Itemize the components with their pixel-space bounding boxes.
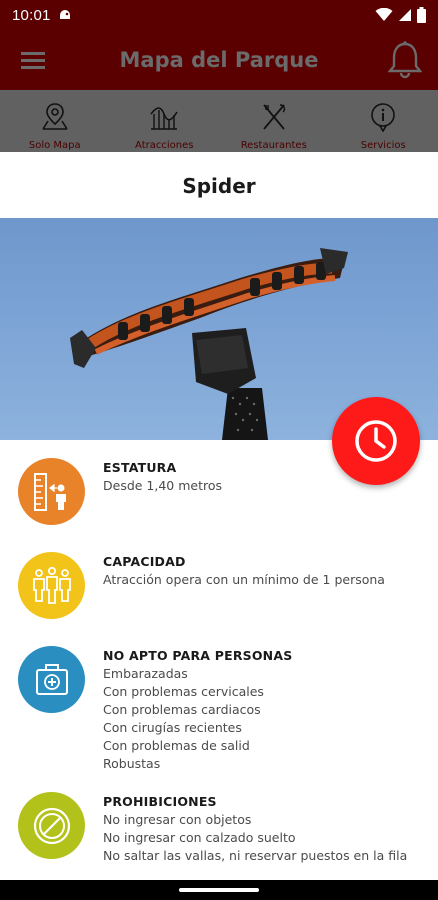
clock-icon: [355, 420, 397, 462]
prohibiciones-text: PROHIBICIONES No ingresar con objetos No…: [103, 794, 428, 863]
hamburger-menu-icon[interactable]: [20, 48, 46, 72]
home-gesture-handle[interactable]: [179, 888, 259, 892]
tab-label: Servicios: [360, 140, 406, 151]
info-heading: ESTATURA: [103, 460, 177, 475]
prohibited-icon: [33, 807, 70, 844]
status-icons: [375, 7, 426, 23]
info-line: No ingresar con calzado suelto: [103, 830, 296, 845]
group-people-icon: [32, 566, 71, 604]
first-aid-kit-icon: [35, 663, 68, 695]
estatura-text: ESTATURA Desde 1,40 metros: [103, 460, 428, 493]
system-nav-bar: [0, 880, 438, 900]
info-line: Con problemas de salid: [103, 738, 250, 753]
notification-icon: [59, 10, 70, 19]
app-bar: Mapa del Parque: [0, 30, 438, 90]
map-pin-icon: [42, 103, 68, 130]
info-line: No saltar las vallas, ni reservar puesto…: [103, 848, 408, 863]
capacidad-text: CAPACIDAD Atracción opera con un mínimo …: [103, 554, 428, 587]
info-line: Con problemas cardiacos: [103, 702, 261, 717]
tab-servicios[interactable]: Servicios: [329, 90, 438, 152]
tab-label: Solo Mapa: [28, 140, 81, 151]
no-apto-badge: [18, 646, 85, 713]
tab-label: Atracciones: [135, 140, 194, 151]
info-heading: CAPACIDAD: [103, 554, 186, 569]
no-apto-text: NO APTO PARA PERSONAS Embarazadas Con pr…: [103, 648, 428, 771]
status-time: 10:01: [12, 6, 51, 24]
tab-atracciones[interactable]: Atracciones: [110, 90, 220, 152]
info-line: No ingresar con objetos: [103, 812, 252, 827]
info-icon: [371, 103, 396, 132]
bell-icon[interactable]: [388, 40, 422, 80]
info-heading: NO APTO PARA PERSONAS: [103, 648, 293, 663]
info-line: Atracción opera con un mínimo de 1 perso…: [103, 572, 385, 587]
cutlery-icon: [263, 104, 285, 130]
info-line: Embarazadas: [103, 666, 188, 681]
prohibiciones-badge: [18, 792, 85, 859]
roller-coaster-icon: [150, 107, 178, 130]
height-ruler-icon: [33, 472, 66, 511]
status-bar: 10:01: [0, 0, 438, 30]
info-line: Con problemas cervicales: [103, 684, 264, 699]
wifi-icon: [375, 8, 393, 21]
attraction-title: Spider: [182, 174, 256, 198]
tab-restaurantes[interactable]: Restaurantes: [219, 90, 329, 152]
tab-bar: Solo Mapa Atracciones Restaurantes Servi…: [0, 90, 438, 152]
tab-solo-mapa[interactable]: Solo Mapa: [0, 90, 110, 152]
signal-icon: [399, 9, 411, 21]
tab-label: Restaurantes: [240, 140, 307, 151]
attraction-detail-sheet: Spider ESTATURA Desde 1,40 metros CAPACI…: [0, 152, 438, 900]
info-heading: PROHIBICIONES: [103, 794, 217, 809]
info-line: Robustas: [103, 756, 161, 771]
app-title: Mapa del Parque: [119, 48, 319, 72]
battery-icon: [417, 7, 426, 23]
info-line: Desde 1,40 metros: [103, 478, 223, 493]
estatura-badge: [18, 458, 85, 525]
info-line: Con cirugías recientes: [103, 720, 242, 735]
capacidad-badge: [18, 552, 85, 619]
